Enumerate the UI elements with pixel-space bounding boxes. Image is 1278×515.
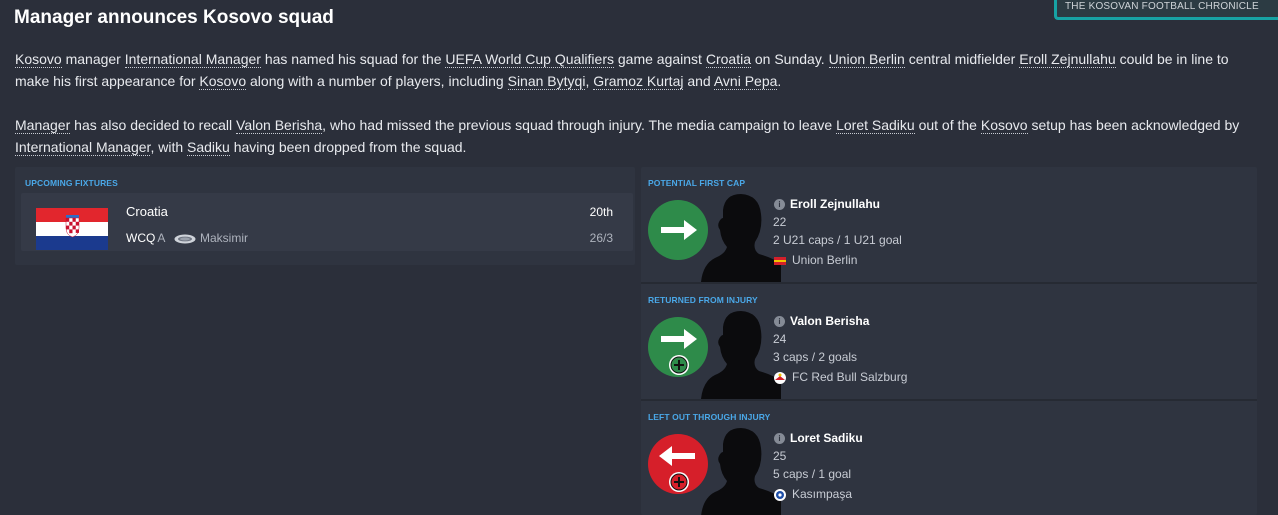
- article-text: and: [683, 73, 714, 89]
- fixture-day: 20th: [589, 205, 613, 219]
- upcoming-fixtures-panel: UPCOMING FIXTURES Croatia WCQ A Maksimir…: [15, 167, 635, 265]
- article-link[interactable]: Croatia: [705, 51, 751, 68]
- fixtures-label: UPCOMING FIXTURES: [25, 178, 118, 188]
- article-text: .: [777, 73, 782, 89]
- page-title: Manager announces Kosovo squad: [14, 7, 334, 28]
- player-caps: 2 U21 caps / 1 U21 goal: [773, 233, 902, 247]
- article-text: has also decided to recall: [70, 117, 237, 133]
- player-name[interactable]: i Valon Berisha: [774, 314, 869, 328]
- player-silhouette-icon: [701, 194, 781, 282]
- player-name-text[interactable]: Eroll Zejnullahu: [790, 197, 880, 211]
- player-silhouette-icon: [701, 428, 781, 515]
- club-name[interactable]: FC Red Bull Salzburg: [792, 370, 907, 384]
- player-section-label: RETURNED FROM INJURY: [648, 295, 758, 305]
- fixture-date: 26/3: [589, 231, 613, 245]
- stadium-icon: [174, 234, 196, 244]
- player-club[interactable]: Union Berlin: [773, 253, 857, 268]
- article-text: having been dropped from the squad.: [229, 139, 467, 155]
- source-tab[interactable]: THE KOSOVAN FOOTBALL CHRONICLE: [1054, 0, 1278, 20]
- article-text: , who had missed the previous squad thro…: [322, 117, 837, 133]
- article-text: setup has been acknowledged by: [1027, 117, 1240, 133]
- article-text: out of the: [914, 117, 981, 133]
- player-name[interactable]: i Eroll Zejnullahu: [774, 197, 880, 211]
- article-text: , with: [150, 139, 188, 155]
- article-link[interactable]: Kosovo: [980, 117, 1028, 134]
- player-club[interactable]: FC Red Bull Salzburg: [773, 370, 907, 385]
- player-caps: 5 caps / 1 goal: [773, 467, 852, 481]
- article-link[interactable]: Union Berlin: [828, 51, 905, 68]
- player-name-text[interactable]: Loret Sadiku: [790, 431, 863, 445]
- article-link[interactable]: Kosovo: [15, 51, 62, 68]
- player-caps: 3 caps / 2 goals: [773, 350, 858, 364]
- article-link[interactable]: International Manager: [15, 139, 151, 156]
- article-body: Kosovo manager International Manager has…: [15, 48, 1260, 180]
- info-icon[interactable]: i: [774, 316, 785, 327]
- medical-badge-icon: [669, 355, 689, 375]
- article-paragraph-1: Kosovo manager International Manager has…: [15, 48, 1260, 92]
- article-text: manager: [61, 51, 125, 67]
- squad-changes-panel: POTENTIAL FIRST CAP i Eroll Zejnullahu 22 2 …: [641, 167, 1257, 515]
- salzburg-crest-icon: [774, 371, 786, 384]
- player-age: 24: [773, 332, 787, 346]
- article-link[interactable]: UEFA World Cup Qualifiers: [445, 51, 614, 68]
- stadium-name[interactable]: Maksimir: [200, 231, 248, 245]
- article-link[interactable]: Eroll Zejnullahu: [1019, 51, 1116, 68]
- info-icon[interactable]: i: [774, 199, 785, 210]
- competition-abbrev[interactable]: WCQ: [126, 231, 155, 245]
- article-link[interactable]: Avni Pepa: [713, 73, 778, 90]
- article-link[interactable]: Loret Sadiku: [836, 117, 915, 134]
- player-section-label: POTENTIAL FIRST CAP: [648, 178, 746, 188]
- player-age: 25: [773, 449, 787, 463]
- player-silhouette-icon: [701, 311, 781, 399]
- article-paragraph-2: Manager has also decided to recall Valon…: [15, 114, 1260, 158]
- info-icon[interactable]: i: [774, 433, 785, 444]
- article-link[interactable]: Kosovo: [199, 73, 247, 90]
- article-link[interactable]: Manager: [15, 117, 71, 134]
- article-text: along with a number of players, includin…: [246, 73, 508, 89]
- fixture-row[interactable]: Croatia WCQ A Maksimir 20th 26/3: [21, 193, 633, 251]
- player-card: POTENTIAL FIRST CAP i Eroll Zejnullahu 22 2 …: [641, 167, 1257, 282]
- article-text: on Sunday.: [750, 51, 829, 67]
- player-section-label: LEFT OUT THROUGH INJURY: [648, 412, 771, 422]
- club-name[interactable]: Kasımpaşa: [792, 487, 852, 501]
- article-text: has named his squad for the: [260, 51, 446, 67]
- club-name[interactable]: Union Berlin: [792, 253, 857, 267]
- union-berlin-crest-icon: [774, 256, 786, 265]
- player-card: RETURNED FROM INJURY i Valon Berisha 24 3 ca…: [641, 284, 1257, 399]
- croatia-flag-icon: [36, 208, 108, 250]
- article-text: central midfielder: [904, 51, 1020, 67]
- player-name[interactable]: i Loret Sadiku: [774, 431, 863, 445]
- medical-badge-icon: [669, 472, 689, 492]
- player-name-text[interactable]: Valon Berisha: [790, 314, 869, 328]
- venue-type: A: [157, 231, 165, 245]
- article-link[interactable]: International Manager: [124, 51, 261, 68]
- fixture-opponent[interactable]: Croatia: [126, 204, 168, 219]
- fixture-competition: WCQ A Maksimir: [126, 231, 248, 245]
- article-link[interactable]: Gramoz Kurtaj: [593, 73, 684, 90]
- article-link[interactable]: Sadiku: [187, 139, 230, 156]
- article-link[interactable]: Sinan Bytyqi: [507, 73, 586, 90]
- player-club[interactable]: Kasımpaşa: [773, 487, 852, 502]
- article-link[interactable]: Valon Berisha: [236, 117, 323, 134]
- article-text: game against: [614, 51, 706, 67]
- player-age: 22: [773, 215, 787, 229]
- player-card: LEFT OUT THROUGH INJURY i Loret Sadiku 25 5 …: [641, 401, 1257, 515]
- kasimpasa-crest-icon: [774, 488, 786, 501]
